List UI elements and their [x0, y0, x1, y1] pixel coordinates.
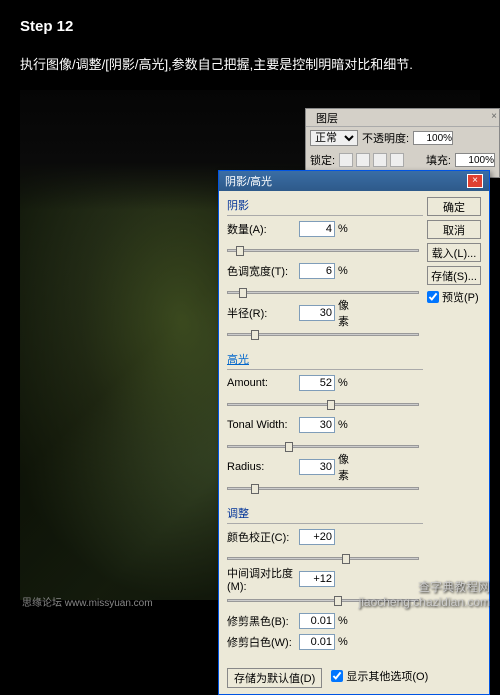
lock-icons-group	[339, 153, 404, 167]
white-w-input[interactable]	[299, 634, 335, 650]
highlights-header: 高光	[227, 351, 423, 370]
blend-mode-select[interactable]: 正常	[310, 130, 358, 146]
load-button[interactable]: 载入(L)...	[427, 243, 481, 262]
dialog-title-text: 阴影/高光	[225, 173, 272, 189]
amount-a-input[interactable]	[299, 221, 335, 237]
color-c-slider[interactable]	[227, 557, 419, 560]
watermark-right: 查字典教程网 jiaocheng.chazidian.com	[359, 578, 490, 609]
fill-input[interactable]	[455, 153, 495, 167]
lock-move-icon[interactable]	[373, 153, 387, 167]
tonal-width-unit: %	[335, 419, 359, 431]
white-w-unit: %	[335, 636, 359, 648]
tonal-t-label: 色调宽度(T):	[227, 263, 299, 279]
watermark-left: 思缘论坛 www.missyuan.com	[22, 594, 153, 609]
lock-brush-icon[interactable]	[356, 153, 370, 167]
tonal-t-unit: %	[335, 265, 359, 277]
lock-label: 锁定:	[310, 152, 335, 168]
midtone-m-input[interactable]	[299, 571, 335, 587]
color-c-input[interactable]	[299, 529, 335, 545]
shadow-highlight-dialog: 阴影/高光 × 阴影 数量(A): % 色调宽度(T): % 半径(	[218, 170, 490, 695]
show-more-checkbox[interactable]	[331, 670, 343, 682]
lock-transparency-icon[interactable]	[339, 153, 353, 167]
preview-label: 预览(P)	[442, 289, 479, 305]
preview-checkbox[interactable]	[427, 291, 439, 303]
radius-input[interactable]	[299, 459, 335, 475]
black-b-input[interactable]	[299, 613, 335, 629]
radius-label: Radius:	[227, 461, 299, 473]
tonal-width-input[interactable]	[299, 417, 335, 433]
layers-tab[interactable]: 图层	[310, 109, 344, 127]
amount-label: Amount:	[227, 377, 299, 389]
radius-r-slider[interactable]	[227, 333, 419, 336]
tonal-t-slider[interactable]	[227, 291, 419, 294]
cancel-button[interactable]: 取消	[427, 220, 481, 239]
tonal-width-slider[interactable]	[227, 445, 419, 448]
save-button[interactable]: 存储(S)...	[427, 266, 481, 285]
radius-unit: 像素	[335, 451, 359, 483]
color-c-label: 颜色校正(C):	[227, 529, 299, 545]
radius-slider[interactable]	[227, 487, 419, 490]
lock-all-icon[interactable]	[390, 153, 404, 167]
midtone-m-label: 中间调对比度(M):	[227, 565, 299, 593]
amount-slider[interactable]	[227, 403, 419, 406]
ok-button[interactable]: 确定	[427, 197, 481, 216]
layers-panel: × 图层 正常 不透明度: 锁定: 填充:	[305, 108, 500, 178]
fill-label: 填充:	[426, 152, 451, 168]
tonal-width-label: Tonal Width:	[227, 419, 299, 431]
black-b-label: 修剪黑色(B):	[227, 613, 299, 629]
radius-r-input[interactable]	[299, 305, 335, 321]
white-w-label: 修剪白色(W):	[227, 634, 299, 650]
amount-input[interactable]	[299, 375, 335, 391]
adjustments-header: 调整	[227, 505, 423, 524]
amount-a-slider[interactable]	[227, 249, 419, 252]
opacity-input[interactable]	[413, 131, 453, 145]
step-label: Step 12	[20, 18, 480, 35]
amount-a-label: 数量(A):	[227, 221, 299, 237]
opacity-label: 不透明度:	[362, 130, 409, 146]
panel-close-icon[interactable]: ×	[491, 111, 497, 122]
dialog-titlebar[interactable]: 阴影/高光 ×	[219, 171, 489, 191]
tonal-t-input[interactable]	[299, 263, 335, 279]
radius-r-unit: 像素	[335, 297, 359, 329]
amount-a-unit: %	[335, 223, 359, 235]
radius-r-label: 半径(R):	[227, 305, 299, 321]
black-b-unit: %	[335, 615, 359, 627]
shadows-header: 阴影	[227, 197, 423, 216]
amount-unit: %	[335, 377, 359, 389]
instruction-text: 执行图像/调整/[阴影/高光],参数自己把握,主要是控制明暗对比和细节.	[20, 55, 480, 75]
dialog-close-icon[interactable]: ×	[467, 174, 483, 188]
save-default-button[interactable]: 存储为默认值(D)	[227, 668, 322, 688]
show-more-label: 显示其他选项(O)	[346, 668, 428, 684]
